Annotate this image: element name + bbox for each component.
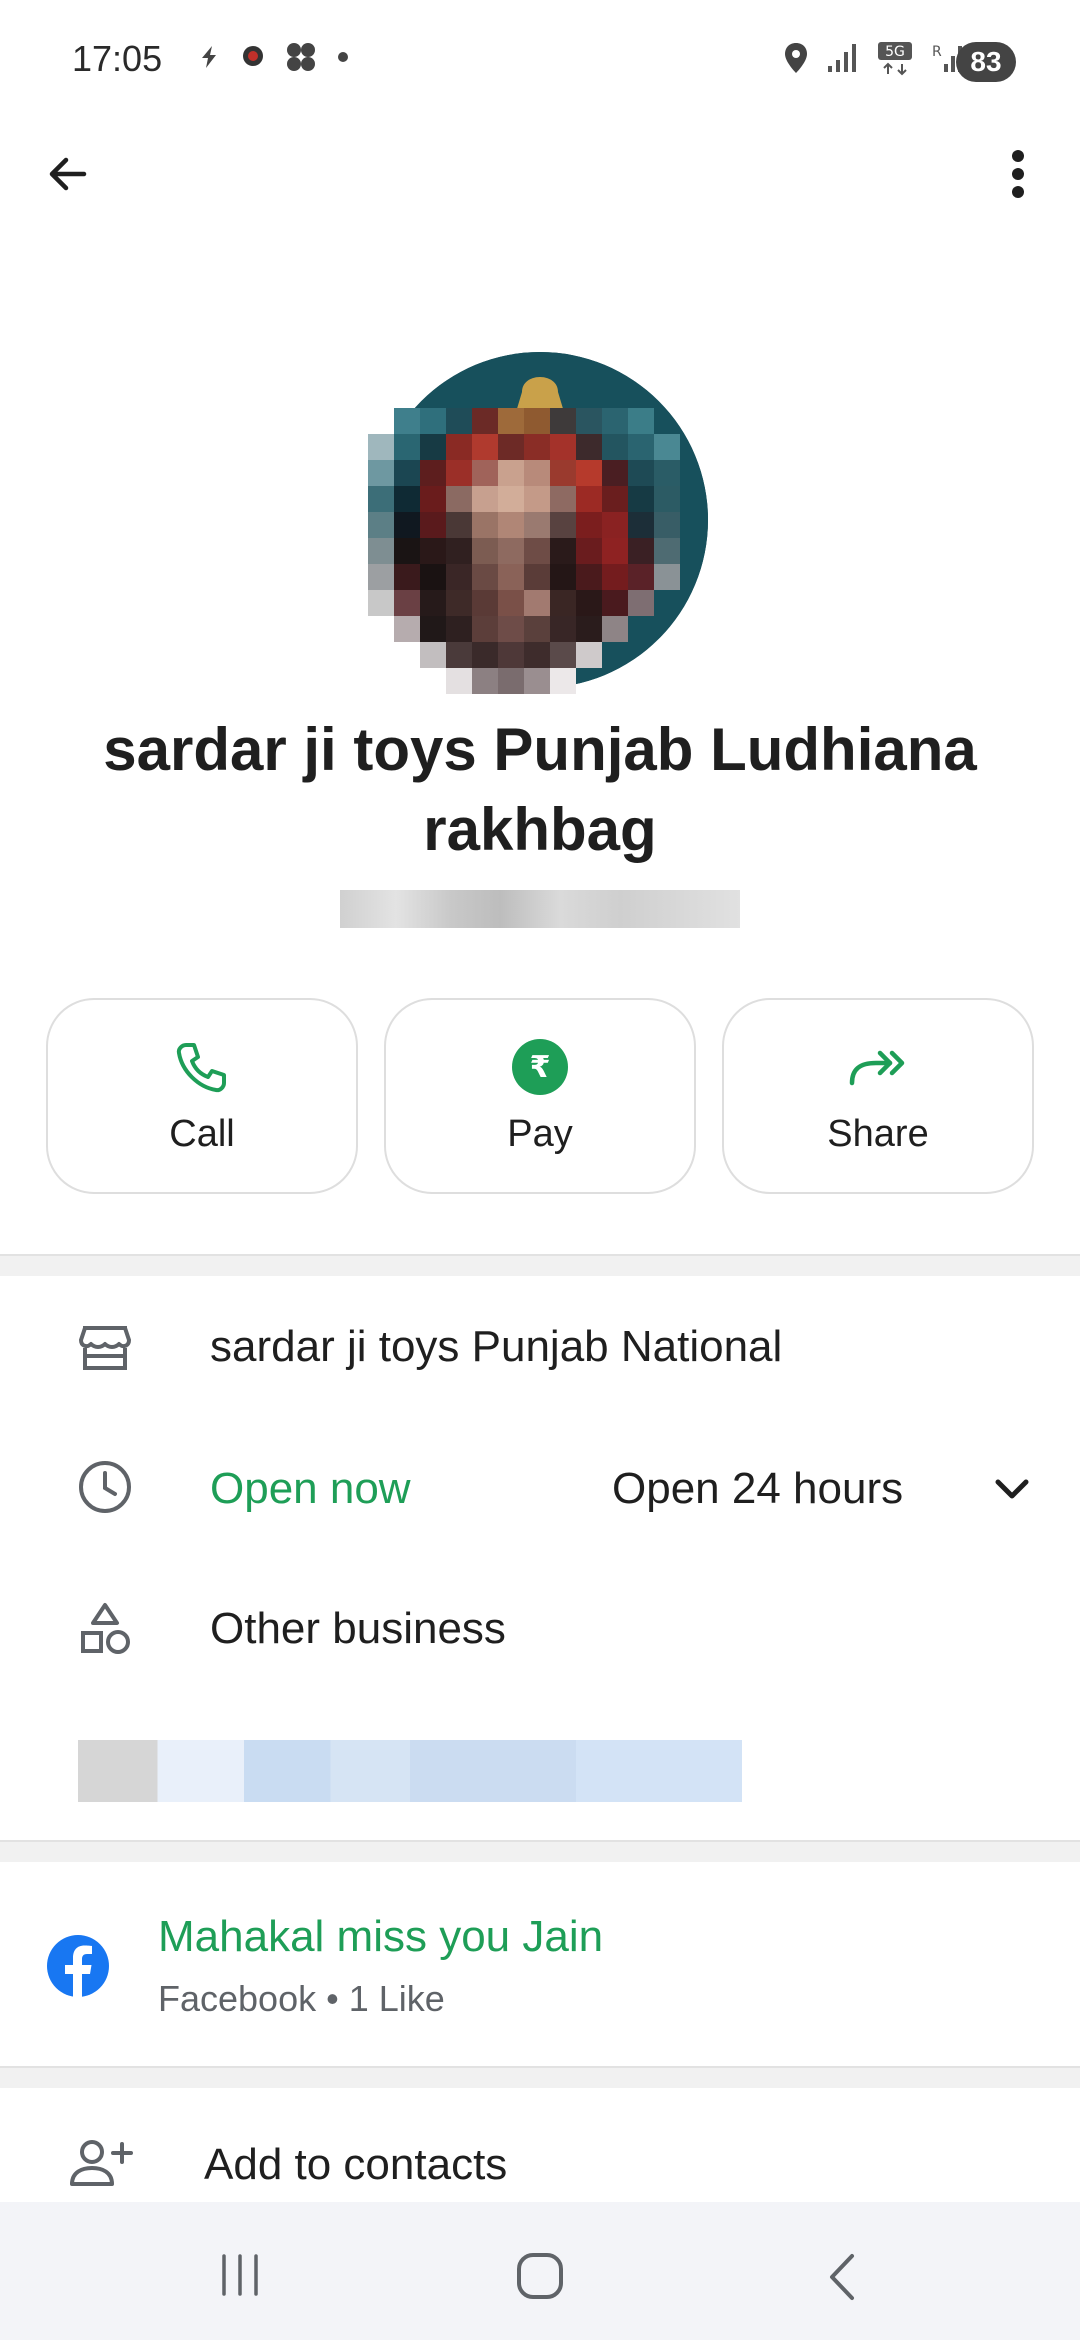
recent-apps-button[interactable] [210,2250,270,2300]
open-status: Open now [210,1464,411,1513]
facebook-icon [46,1934,110,2003]
hours-expand-button[interactable] [990,1468,1034,1512]
status-notification-icons [196,40,350,74]
avatar-pixelation [368,408,680,700]
store-icon [70,1312,140,1382]
back-button[interactable] [28,134,108,214]
arrow-left-icon [49,157,87,191]
facebook-page-link[interactable]: Mahakal miss you Jain [158,1912,603,1962]
share-label: Share [827,1112,929,1155]
home-icon [517,2253,563,2299]
battery-indicator: 83 [956,42,1016,82]
call-button[interactable]: Call [46,998,358,1194]
phone-icon [176,1042,226,1092]
bolt-icon [202,46,216,68]
business-name-row: sardar ji toys Punjab National [210,1322,783,1371]
5g-icon: 5G [878,42,912,76]
website-link-redacted[interactable] [78,1740,742,1802]
rupee-icon: ₹ [512,1038,568,1095]
more-options-button[interactable] [978,134,1058,214]
section-divider [0,2066,1080,2088]
call-label: Call [169,1112,235,1155]
phone-number-redacted [340,890,740,928]
pay-label: Pay [507,1112,573,1155]
app-badge-icon [243,46,263,66]
nav-back-button[interactable] [818,2250,868,2304]
business-name-title: sardar ji toys Punjab Ludhiana rakhbag [103,716,977,863]
chevron-down-icon [995,1479,1029,1499]
section-divider [0,1840,1080,1862]
add-to-contacts-button[interactable]: Add to contacts [204,2140,507,2190]
more-vert-icon [1012,150,1024,198]
back-chevron-icon [830,2254,854,2300]
category-text: Other business [210,1604,506,1653]
home-button[interactable] [510,2248,570,2304]
person-add-icon [68,2138,134,2193]
share-forward-icon [849,1050,905,1085]
facebook-page-subtitle: Facebook • 1 Like [158,1978,445,2019]
svg-text:₹: ₹ [530,1050,551,1085]
svg-text:5G: 5G [885,44,905,60]
svg-text:R: R [932,44,942,60]
section-divider [0,1254,1080,1276]
signal-icon [828,44,856,72]
recent-apps-icon [222,2254,258,2296]
clover-icon [287,43,315,71]
share-button[interactable]: Share [722,998,1034,1194]
dot-icon [338,52,348,62]
pay-button[interactable]: ₹ Pay [384,998,696,1194]
category-shapes-icon [70,1594,140,1664]
clock-icon [70,1452,140,1522]
location-icon [785,43,807,73]
status-time: 17:05 [72,38,163,79]
status-system-icons: 5G R [782,40,966,76]
hours-text[interactable]: Open 24 hours [612,1464,903,1514]
